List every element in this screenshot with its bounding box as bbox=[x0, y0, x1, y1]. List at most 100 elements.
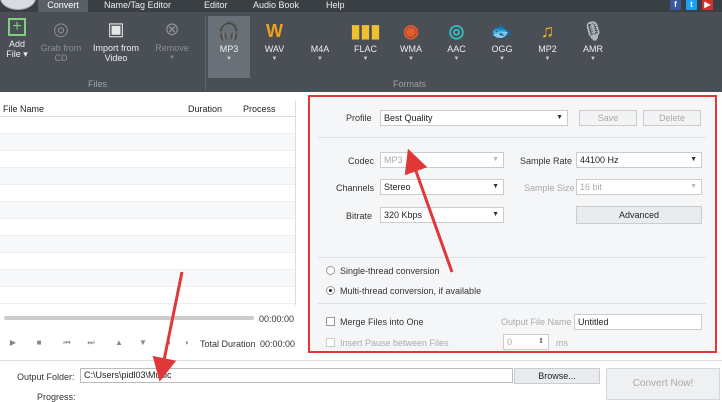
format-amr-button[interactable]: 🎙 AMR ▼ bbox=[572, 16, 614, 78]
profile-select[interactable]: Best Quality ▼ bbox=[380, 110, 568, 126]
save-button[interactable]: Save bbox=[579, 110, 637, 126]
table-row[interactable] bbox=[0, 253, 295, 270]
facebook-icon[interactable]: f bbox=[670, 0, 681, 10]
advanced-button[interactable]: Advanced bbox=[576, 206, 702, 224]
format-label: AMR bbox=[583, 44, 603, 54]
single-thread-radio[interactable] bbox=[326, 266, 335, 275]
table-row[interactable] bbox=[0, 117, 295, 134]
browse-button[interactable]: Browse... bbox=[514, 368, 600, 384]
column-file-name[interactable]: File Name bbox=[3, 104, 44, 114]
format-wma-button[interactable]: ◉ WMA ▼ bbox=[390, 16, 432, 78]
ribbon-divider bbox=[205, 16, 206, 90]
column-duration[interactable]: Duration bbox=[188, 104, 222, 114]
output-file-name-value: Untitled bbox=[578, 317, 609, 327]
chevron-down-icon[interactable]: ▼ bbox=[208, 56, 250, 62]
chevron-down-icon[interactable]: ▼ bbox=[481, 56, 523, 62]
format-mp2-button[interactable]: ♫ MP2 ▼ bbox=[527, 16, 569, 78]
table-row[interactable] bbox=[0, 287, 295, 304]
table-row[interactable] bbox=[0, 185, 295, 202]
format-label: WMA bbox=[400, 44, 422, 54]
move-up-icon[interactable]: ▲ bbox=[112, 336, 126, 350]
app-menu-button[interactable] bbox=[0, 0, 36, 10]
sample-size-value: 16 bit bbox=[580, 182, 603, 192]
format-ogg-button[interactable]: 🐟 OGG ▼ bbox=[481, 16, 523, 78]
menu-help[interactable]: Help bbox=[326, 0, 345, 12]
remove-button[interactable]: ⊗ Remove ▼ bbox=[150, 18, 194, 63]
multi-thread-radio[interactable] bbox=[326, 286, 335, 295]
table-row[interactable] bbox=[0, 168, 295, 185]
play-icon[interactable]: ▶ bbox=[6, 336, 20, 350]
chevron-down-icon[interactable]: ▼ bbox=[299, 56, 341, 62]
merge-files-label: Merge Files into One bbox=[340, 317, 424, 327]
table-row[interactable] bbox=[0, 202, 295, 219]
sample-rate-value: 44100 Hz bbox=[580, 155, 619, 165]
format-wav-button[interactable]: W WAV ▼ bbox=[254, 16, 296, 78]
file-list[interactable]: File Name Duration Process bbox=[0, 100, 296, 305]
chevron-down-icon[interactable]: ▼ bbox=[345, 56, 387, 62]
output-file-name-input[interactable]: Untitled bbox=[574, 314, 702, 330]
next-icon[interactable]: ⏭ bbox=[84, 336, 98, 350]
volume-icon-2[interactable]: ◗ bbox=[180, 336, 194, 350]
stop-icon[interactable]: ■ bbox=[32, 336, 46, 350]
chevron-down-icon[interactable]: ▼ bbox=[527, 56, 569, 62]
chevron-down-icon[interactable]: ▼ bbox=[254, 56, 296, 62]
move-down-icon[interactable]: ▼ bbox=[136, 336, 150, 350]
add-file-label: Add File ▾ bbox=[6, 39, 28, 59]
format-aac-button[interactable]: ◎ AAC ▼ bbox=[436, 16, 478, 78]
output-file-name-label: Output File Name bbox=[501, 317, 572, 327]
format-mp3-button[interactable]: 🎧 MP3 ▼ bbox=[208, 16, 250, 78]
codec-select[interactable]: MP3 ▼ bbox=[380, 152, 504, 168]
table-row[interactable] bbox=[0, 236, 295, 253]
chevron-down-icon[interactable]: ▼ bbox=[436, 56, 478, 62]
total-duration-label: Total Duration bbox=[200, 339, 256, 349]
chevron-down-icon: ▼ bbox=[492, 156, 499, 163]
chevron-down-icon: ▼ bbox=[492, 211, 499, 218]
cd-icon: ◎ bbox=[53, 19, 69, 39]
delete-button[interactable]: Delete bbox=[643, 110, 701, 126]
format-label: AAC bbox=[447, 44, 466, 54]
grab-from-cd-label: Grab from CD bbox=[40, 43, 82, 63]
menu-name-tag-editor[interactable]: Name/Tag Editor bbox=[104, 0, 171, 12]
table-row[interactable] bbox=[0, 219, 295, 236]
merge-files-checkbox[interactable] bbox=[326, 317, 335, 326]
convert-now-button[interactable]: Convert Now! bbox=[606, 368, 720, 400]
sample-size-select[interactable]: 16 bit ▼ bbox=[576, 179, 702, 195]
format-label: WAV bbox=[264, 44, 285, 54]
add-file-button[interactable]: + Add File ▾ bbox=[2, 18, 32, 59]
chevron-down-icon[interactable]: ▼ bbox=[390, 56, 432, 62]
insert-pause-checkbox[interactable] bbox=[326, 338, 335, 347]
divider bbox=[318, 137, 706, 138]
wma-icon: ◉ bbox=[403, 21, 419, 41]
table-row[interactable] bbox=[0, 134, 295, 151]
output-folder-value: C:\Users\pidl03\Music bbox=[84, 370, 172, 380]
channels-value: Stereo bbox=[384, 182, 411, 192]
menu-convert[interactable]: Convert bbox=[38, 0, 88, 12]
menu-editor[interactable]: Editor bbox=[204, 0, 228, 12]
channels-select[interactable]: Stereo ▼ bbox=[380, 179, 504, 195]
remove-icon: ⊗ bbox=[164, 19, 180, 39]
volume-icon[interactable]: ◖ bbox=[162, 336, 176, 350]
menu-audio-book[interactable]: Audio Book bbox=[253, 0, 299, 12]
import-from-video-button[interactable]: ▣ Import from Video bbox=[88, 18, 144, 63]
column-process[interactable]: Process bbox=[243, 104, 276, 114]
table-row[interactable] bbox=[0, 270, 295, 287]
table-row[interactable] bbox=[0, 151, 295, 168]
wav-icon: W bbox=[266, 21, 283, 41]
pause-unit: ms bbox=[556, 338, 568, 348]
format-flac-button[interactable]: ▮▮▮ FLAC ▼ bbox=[345, 16, 387, 78]
seek-bar[interactable] bbox=[4, 316, 254, 320]
ribbon: + Add File ▾ ◎ Grab from CD ▣ Import fro… bbox=[0, 12, 722, 92]
output-folder-input[interactable]: C:\Users\pidl03\Music bbox=[80, 368, 513, 383]
youtube-icon[interactable]: ▶ bbox=[702, 0, 713, 10]
format-m4a-button[interactable]: M4A ▼ bbox=[299, 16, 341, 78]
previous-icon[interactable]: ⏮ bbox=[60, 336, 74, 350]
music-note-icon: ♫ bbox=[540, 21, 555, 41]
sample-rate-select[interactable]: 44100 Hz ▼ bbox=[576, 152, 702, 168]
bitrate-select[interactable]: 320 Kbps ▼ bbox=[380, 207, 504, 223]
grab-from-cd-button[interactable]: ◎ Grab from CD bbox=[40, 18, 82, 63]
chevron-down-icon[interactable]: ▼ bbox=[572, 56, 614, 62]
twitter-icon[interactable]: t bbox=[686, 0, 697, 10]
current-time: 00:00:00 bbox=[259, 314, 295, 324]
plus-icon: + bbox=[8, 18, 26, 36]
pause-stepper[interactable]: 0 ⇕ bbox=[503, 334, 549, 350]
